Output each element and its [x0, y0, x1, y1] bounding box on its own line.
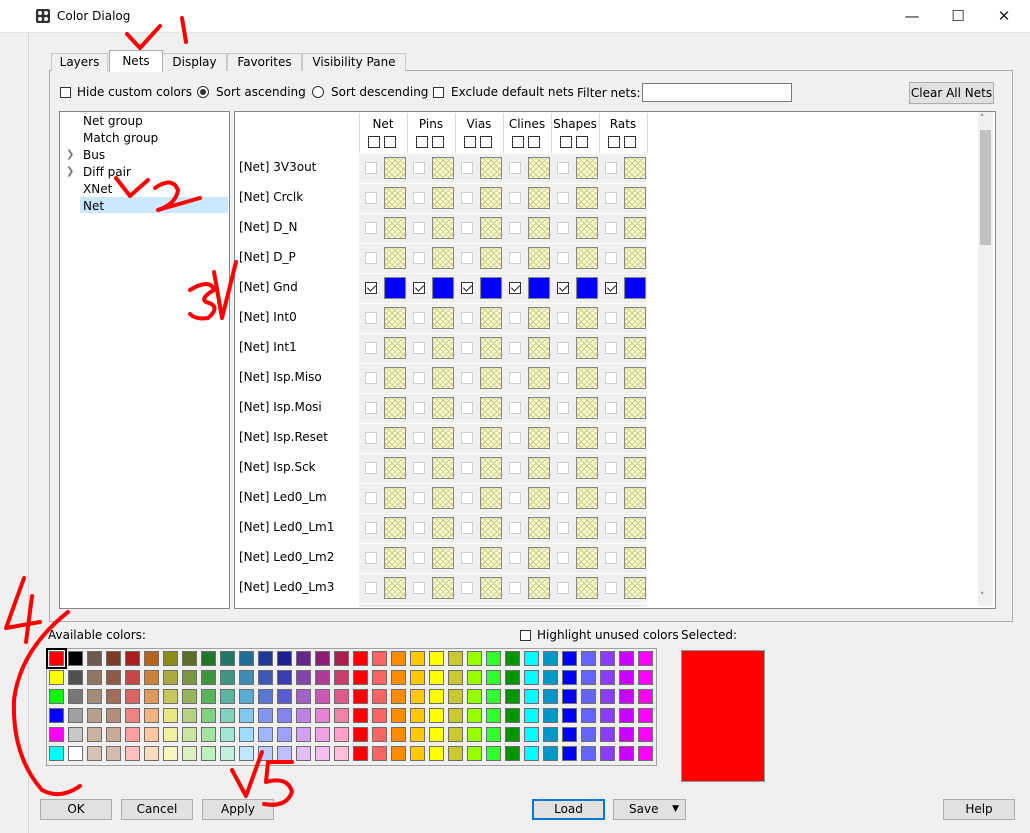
annotation-mark-v1-digit: [180, 16, 188, 44]
annotation-mark-v5: [230, 750, 264, 798]
handwritten-annotations: [4, 16, 294, 807]
annotation-mark-v2-digit: [153, 180, 202, 212]
annotation-mark-v5-digit: [262, 760, 294, 807]
annotation-mark-v2: [114, 176, 150, 198]
annotation-mark-3v: [212, 260, 238, 320]
annotation-mark-v1: [125, 24, 162, 50]
annotation-mark-3v-digit: [188, 282, 217, 321]
annotation-bracket: [11, 610, 82, 797]
tab-nets[interactable]: Nets: [109, 50, 163, 72]
annotation-mark-4: [4, 576, 42, 644]
